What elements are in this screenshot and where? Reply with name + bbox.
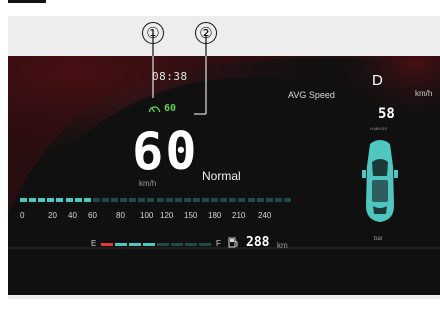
fuel-empty-label: E [91, 239, 97, 248]
speed-bar-segment [47, 198, 55, 202]
speed-bar-segment [265, 198, 273, 202]
fuel-pump-icon [228, 237, 238, 248]
speed-limit-value: 60 [164, 103, 177, 114]
avg-caption: H:MM:SS [370, 126, 388, 131]
fuel-full-label: F [216, 239, 221, 248]
current-speed: 60 [132, 122, 199, 182]
speed-scale-tick: 240 [258, 211, 272, 220]
speed-bar-segment [220, 198, 228, 202]
avg-speed-value: 58 [378, 106, 395, 122]
speed-bar-segment [174, 198, 182, 202]
speedometer-icon [148, 106, 161, 113]
speed-scale-tick: 0 [20, 211, 25, 220]
fuel-bar-segment [129, 243, 141, 246]
speed-bar-segment [20, 198, 28, 202]
speed-bar-segment [29, 198, 37, 202]
drive-mode: Normal [202, 169, 241, 183]
speed-bar-segment [274, 198, 282, 202]
fuel-bar-segment [171, 243, 183, 246]
speed-scale-tick: 150 [184, 211, 198, 220]
speed-bar-segment [120, 198, 128, 202]
pressure-caption: bar [374, 236, 383, 242]
speed-scale-tick: 20 [48, 211, 57, 220]
speed-scale-tick: 120 [160, 211, 174, 220]
avg-speed-label: AVG Speed [288, 90, 335, 100]
fuel-bar-segment [157, 243, 169, 246]
speed-bar-segment [229, 198, 237, 202]
speed-bar-segment [256, 198, 264, 202]
speed-bar-segment [183, 198, 191, 202]
gear-indicator: D [372, 72, 383, 89]
speed-bar-segment [138, 198, 146, 202]
range-unit: km [277, 241, 288, 250]
car-topview-icon [362, 140, 398, 222]
speed-unit: km/h [139, 179, 157, 188]
fuel-bar-segment [199, 243, 211, 246]
speed-bar-segment [202, 198, 210, 202]
callout-2: ② [195, 22, 217, 44]
speed-bar-segment [56, 198, 64, 202]
fuel-bar-segment [101, 243, 113, 246]
speed-scale-tick: 100 [140, 211, 154, 220]
speed-bar-segment [111, 198, 119, 202]
range-value: 288 [246, 235, 270, 250]
speed-bar-segment [83, 198, 91, 202]
speed-bar-segment [74, 198, 82, 202]
speed-bar-segment [147, 198, 155, 202]
speed-bar-segment [101, 198, 109, 202]
speed-bar-segment [129, 198, 137, 202]
speed-bar-segment [211, 198, 219, 202]
speed-scale-tick: 80 [116, 211, 125, 220]
fuel-bar-segment [115, 243, 127, 246]
fuel-bar-segment [143, 243, 155, 246]
clock: 08:38 [152, 70, 188, 83]
speed-scale-tick: 60 [88, 211, 97, 220]
speed-bar-segment [247, 198, 255, 202]
speed-bar-segment [192, 198, 200, 202]
callout-1: ① [142, 22, 164, 44]
speed-bar-segment [165, 198, 173, 202]
speed-bar-segment [65, 198, 73, 202]
speed-scale-tick: 180 [208, 211, 222, 220]
fuel-bar-segment [185, 243, 197, 246]
speed-bar-segment [156, 198, 164, 202]
speed-bar-segment [238, 198, 246, 202]
speed-bar-segment [38, 198, 46, 202]
speed-bar-segment [92, 198, 100, 202]
instrument-cluster: 08:38 60 60 km/h Normal 0 20 40 60 80 100 120 1… [8, 56, 440, 295]
speed-scale-tick: 40 [68, 211, 77, 220]
speed-scale-tick: 210 [232, 211, 246, 220]
speed-bar-segment [283, 198, 291, 202]
right-unit-label: km/h [415, 89, 433, 98]
